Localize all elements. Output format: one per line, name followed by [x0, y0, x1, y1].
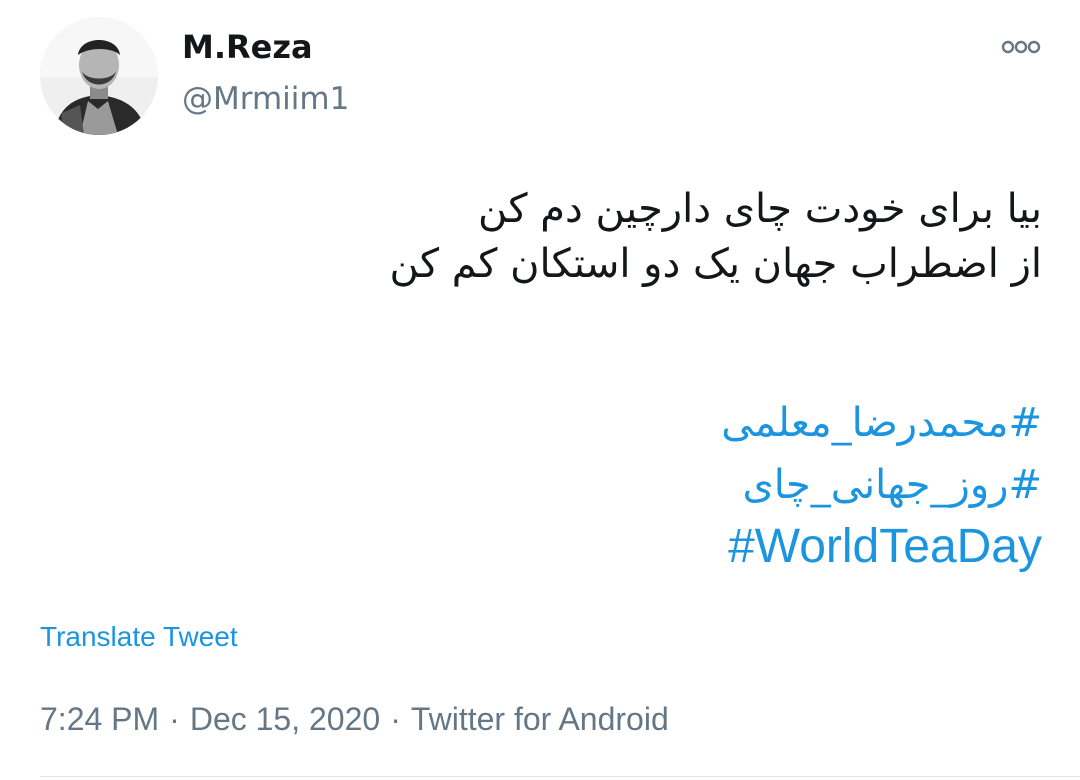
more-options-button[interactable] [1000, 34, 1042, 60]
author-name[interactable]: M.Reza [182, 28, 313, 66]
tweet-line: بیا برای خودت چای دارچین دم کن [478, 186, 1042, 232]
tweet-text: بیا برای خودت چای دارچین دم کن از اضطراب… [42, 182, 1042, 578]
tweet-source-link[interactable]: Twitter for Android [411, 701, 669, 737]
meta-separator: · [169, 701, 180, 737]
tweet-metadata: 7:24 PM · Dec 15, 2020 · Twitter for Android [40, 699, 669, 739]
more-horizontal-icon [1001, 40, 1041, 54]
meta-separator: · [390, 701, 401, 737]
tweet-card: M.Reza @Mrmiim1 بیا برای خودت چای دارچین… [0, 0, 1080, 780]
hashtag-link[interactable]: #WorldTeaDay [42, 516, 1042, 578]
translate-tweet-link[interactable]: Translate Tweet [40, 619, 238, 655]
author-handle[interactable]: @Mrmiim1 [182, 80, 349, 118]
avatar-photo [40, 17, 158, 135]
hashtag-link[interactable]: #روز_جهانی_چای [42, 454, 1042, 516]
avatar[interactable] [40, 17, 158, 135]
tweet-date[interactable]: Dec 15, 2020 [190, 701, 380, 737]
divider [40, 776, 1080, 777]
tweet-time[interactable]: 7:24 PM [40, 701, 159, 737]
tweet-line: از اضطراب جهان یک دو استکان کم کن [389, 241, 1042, 287]
hashtag-link[interactable]: #محمدرضا_معلمی [42, 392, 1042, 454]
